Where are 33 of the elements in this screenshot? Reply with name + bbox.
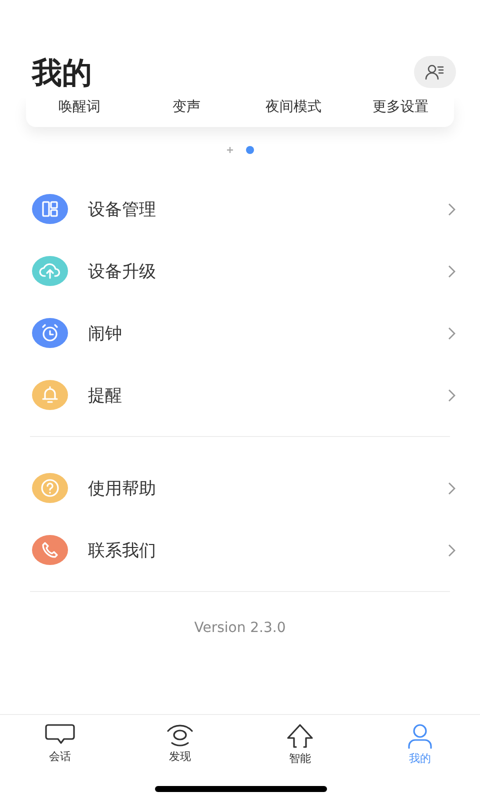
bell-icon xyxy=(41,385,59,405)
profile-list-icon xyxy=(425,63,445,81)
tab[interactable]: 会话 xyxy=(44,715,76,769)
chevron-icon xyxy=(448,202,456,216)
devices-icon xyxy=(41,200,59,218)
menu-item[interactable]: 使用帮助 xyxy=(88,476,448,500)
menu-item[interactable]: 设备升级 xyxy=(88,260,448,282)
chevron-icon xyxy=(448,326,456,340)
home-icon xyxy=(285,723,315,749)
chevron-icon xyxy=(448,482,456,494)
page-title: 我的 xyxy=(32,55,92,93)
quick-setting-item[interactable]: 变声 xyxy=(172,99,200,115)
question-icon xyxy=(40,478,60,498)
alarm-clock-icon xyxy=(40,323,60,343)
menu-item[interactable]: 联系我们 xyxy=(88,538,448,562)
tab[interactable]: 智能 xyxy=(285,715,315,769)
cloud-upload-icon xyxy=(39,262,61,280)
tab[interactable]: 发现 xyxy=(165,715,195,769)
chevron-icon xyxy=(448,544,456,556)
quick-setting-item[interactable]: 唤醒词 xyxy=(58,99,100,115)
menu-item[interactable]: 闹钟 xyxy=(88,322,448,344)
version-text: Version 2.3.0 xyxy=(194,620,286,636)
chevron-icon xyxy=(448,388,456,402)
quick-setting-item[interactable]: 夜间模式 xyxy=(266,99,322,115)
profile-button[interactable] xyxy=(414,56,456,88)
phone-icon xyxy=(41,541,59,559)
chat-bubble-icon xyxy=(44,723,76,747)
eye-icon xyxy=(165,723,195,747)
menu-item[interactable]: 设备管理 xyxy=(88,198,448,220)
chevron-icon xyxy=(448,264,456,278)
person-icon xyxy=(406,723,434,749)
quick-setting-item[interactable]: 更多设置 xyxy=(372,99,428,115)
menu-item[interactable]: 提醒 xyxy=(88,384,448,406)
